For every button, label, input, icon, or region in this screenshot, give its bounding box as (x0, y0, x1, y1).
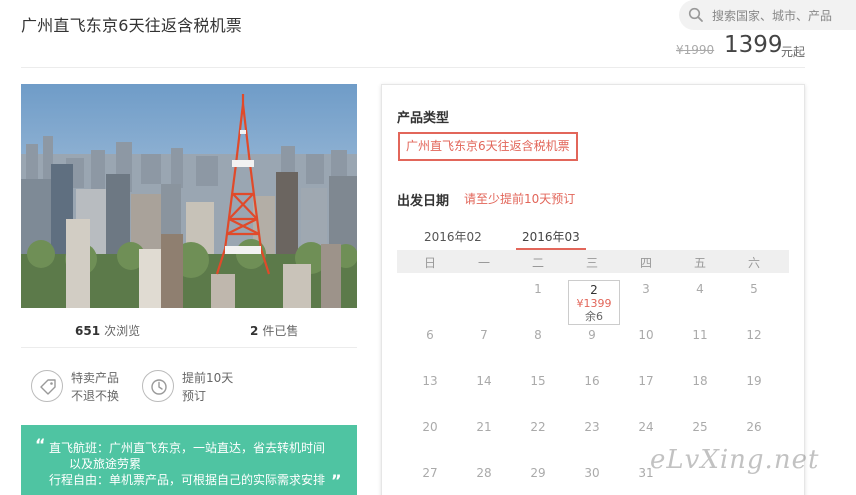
day-price: ¥1399 (576, 297, 612, 310)
calendar-day: 17 (638, 374, 654, 388)
calendar-day: 3 (642, 282, 650, 296)
calendar-day: 4 (696, 282, 704, 296)
calendar-day: 11 (692, 328, 708, 342)
calendar-day: 1 (534, 282, 542, 296)
product-photo (21, 84, 357, 308)
calendar-day: 22 (530, 420, 546, 434)
booking-panel: 产品类型 广州直飞东京6天往返含税机票 出发日期 请至少提前10天预订 2016… (381, 84, 805, 495)
feature-title: 特卖产品 (71, 371, 120, 385)
product-highlights: “ 直飞航班：广州直飞东京，一站直达，省去转机时间 以及旅途劳累 行程自由：单机… (21, 425, 357, 495)
weekday-label: 日 (423, 256, 436, 270)
views-count: 651 (75, 324, 101, 338)
day-remaining: 余6 (585, 310, 603, 323)
highlight-line: 行程自由：单机票产品，可根据自己的实际需求安排 (49, 473, 326, 487)
highlight-line: 以及旅途劳累 (69, 457, 142, 471)
product-type-label: 产品类型 (397, 111, 450, 126)
calendar-day: 13 (422, 374, 438, 388)
calendar-day: 7 (480, 328, 488, 342)
search-box[interactable]: 搜索国家、城市、产品 (679, 0, 856, 30)
product-option-button[interactable]: 广州直飞东京6天往返含税机票 (398, 132, 578, 161)
sold-stat: 2 件已售 (250, 322, 298, 339)
calendar-day: 10 (638, 328, 654, 342)
current-price: 1399 (724, 32, 783, 58)
calendar-day: 23 (584, 420, 600, 434)
calendar-day: 15 (530, 374, 546, 388)
header-divider (21, 67, 805, 68)
feature-subtitle: 预订 (182, 389, 207, 403)
open-quote-icon: “ (35, 435, 46, 454)
calendar-day: 26 (746, 420, 762, 434)
calendar-day: 25 (692, 420, 708, 434)
weekday-label: 三 (585, 256, 598, 270)
calendar-day: 14 (476, 374, 492, 388)
search-icon[interactable] (688, 7, 704, 23)
calendar-day: 24 (638, 420, 654, 434)
tab-month-2016-02[interactable]: 2016年02 (424, 228, 482, 248)
calendar-day: 12 (746, 328, 762, 342)
product-stats: 651 次浏览 2 件已售 (21, 318, 357, 342)
watermark: eLvXing.net (650, 445, 820, 475)
calendar-day: 27 (422, 466, 438, 480)
feature-title: 提前10天 (182, 371, 234, 385)
departure-hint: 请至少提前10天预订 (464, 192, 576, 206)
page-title: 广州直飞东京6天往返含税机票 (21, 16, 242, 35)
calendar-day: 30 (584, 466, 600, 480)
clock-icon (142, 370, 174, 402)
feature-subtitle: 不退不换 (71, 389, 120, 403)
tag-icon (31, 370, 63, 402)
original-price: ¥1990 (676, 43, 715, 57)
calendar-day: 8 (534, 328, 542, 342)
calendar-day: 18 (692, 374, 708, 388)
calendar-day: 21 (476, 420, 492, 434)
day-number: 2 (590, 283, 598, 297)
calendar-day-available[interactable]: 2 ¥1399 余6 (568, 280, 620, 325)
calendar-day: 20 (422, 420, 438, 434)
highlight-line: 直飞航班：广州直飞东京，一站直达，省去转机时间 (49, 441, 326, 455)
close-quote-icon: ” (331, 471, 342, 490)
sold-count: 2 (250, 324, 259, 338)
calendar-day: 9 (588, 328, 596, 342)
stats-divider (21, 347, 357, 348)
price-unit: 元起 (781, 45, 806, 59)
calendar-day: 6 (426, 328, 434, 342)
calendar-day: 5 (750, 282, 758, 296)
weekday-label: 一 (477, 256, 490, 270)
weekday-header: 日 一 二 三 四 五 六 (397, 250, 789, 273)
tab-month-2016-03[interactable]: 2016年03 (516, 228, 586, 250)
calendar-day: 19 (746, 374, 762, 388)
departure-date-label: 出发日期 (397, 194, 450, 209)
weekday-label: 二 (531, 256, 544, 270)
weekday-label: 四 (639, 256, 652, 270)
weekday-label: 六 (747, 256, 760, 270)
calendar-day: 16 (584, 374, 600, 388)
calendar-day: 29 (530, 466, 546, 480)
search-input[interactable]: 搜索国家、城市、产品 (712, 7, 832, 24)
views-label: 次浏览 (104, 324, 141, 338)
views-stat: 651 次浏览 (75, 322, 140, 339)
calendar-day: 28 (476, 466, 492, 480)
sold-label: 件已售 (262, 324, 299, 338)
weekday-label: 五 (693, 256, 706, 270)
